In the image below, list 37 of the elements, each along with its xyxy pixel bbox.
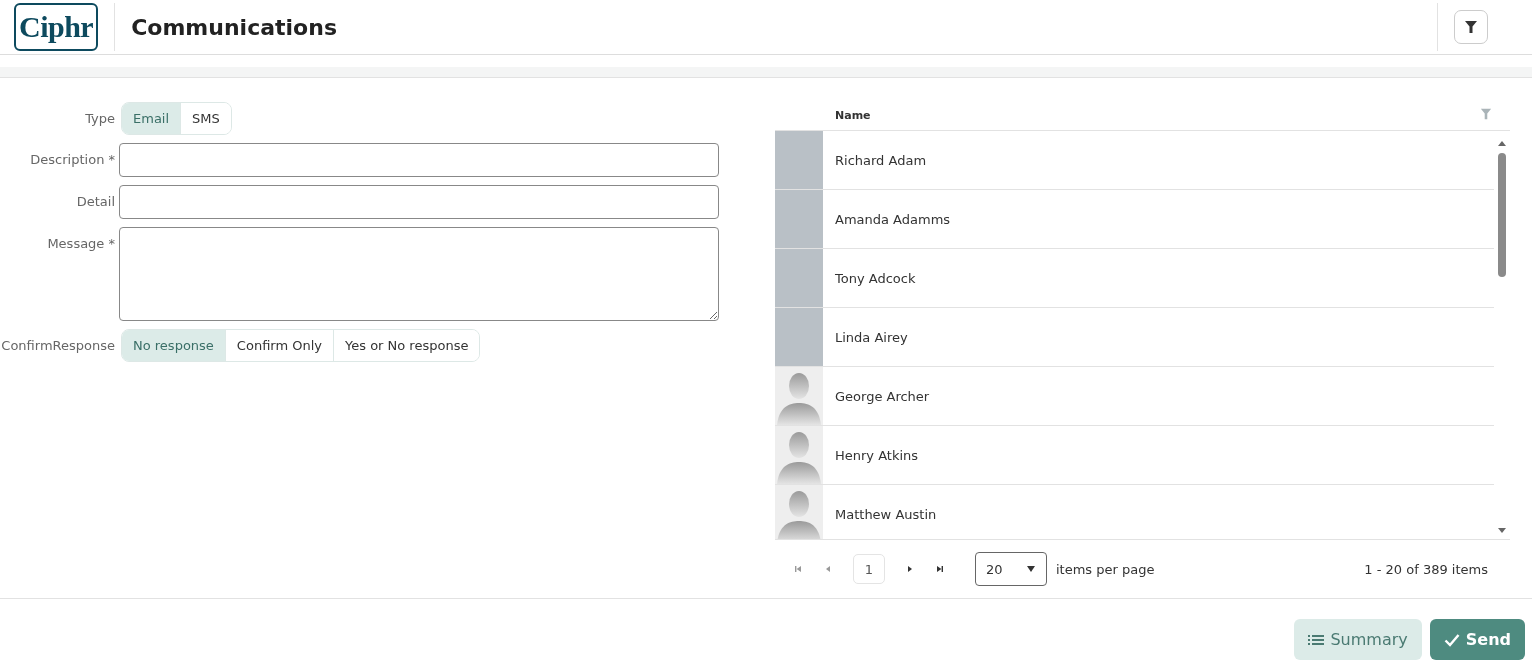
logo: Ciphr [14,3,99,51]
page-size-dropdown[interactable]: 20 [975,552,1047,586]
input-field[interactable] [119,143,719,177]
field-label: Description * [29,151,116,167]
caret-icon [1026,565,1036,573]
scrollbar-thumb[interactable] [1498,153,1506,277]
employee-name: Matthew Austin [835,506,937,522]
employee-name: George Archer [835,388,930,404]
filter-button[interactable] [1454,10,1488,44]
last-page-icon[interactable] [935,564,945,574]
column-header[interactable]: Name [835,109,871,122]
checkmark-icon [1443,632,1460,647]
summary-button[interactable]: Summary [1294,619,1422,660]
field-label: Message * [46,235,116,251]
send-button[interactable]: Send [1429,619,1525,660]
filter-icon[interactable] [1480,108,1492,120]
list-icon [1308,632,1325,647]
input-field[interactable] [119,185,719,219]
toggle-option[interactable]: No response [122,330,226,361]
employee-name: Amanda Adamms [835,211,951,227]
filter-icon [1464,20,1478,34]
first-page-icon[interactable] [793,564,803,574]
field-label: Detail [75,193,116,209]
page-title: Communications [131,14,337,40]
employee-name: Henry Atkins [835,447,919,463]
field-label: Type [84,110,116,126]
field-label: ConfirmResponse [0,337,116,353]
scroll-up-icon[interactable] [1497,139,1507,147]
toggle-option[interactable]: Email [122,103,182,134]
employee-name: Linda Airey [835,329,908,345]
pager-summary: 1 - 20 of 389 items [1364,561,1488,577]
page-number-button[interactable]: 1 [853,554,885,584]
message-field[interactable] [119,227,719,321]
items-per-page-label: items per page [1056,561,1155,577]
employee-name: Tony Adcock [835,270,916,286]
scroll-down-icon[interactable] [1497,527,1507,535]
employee-name: Richard Adam [835,152,927,168]
